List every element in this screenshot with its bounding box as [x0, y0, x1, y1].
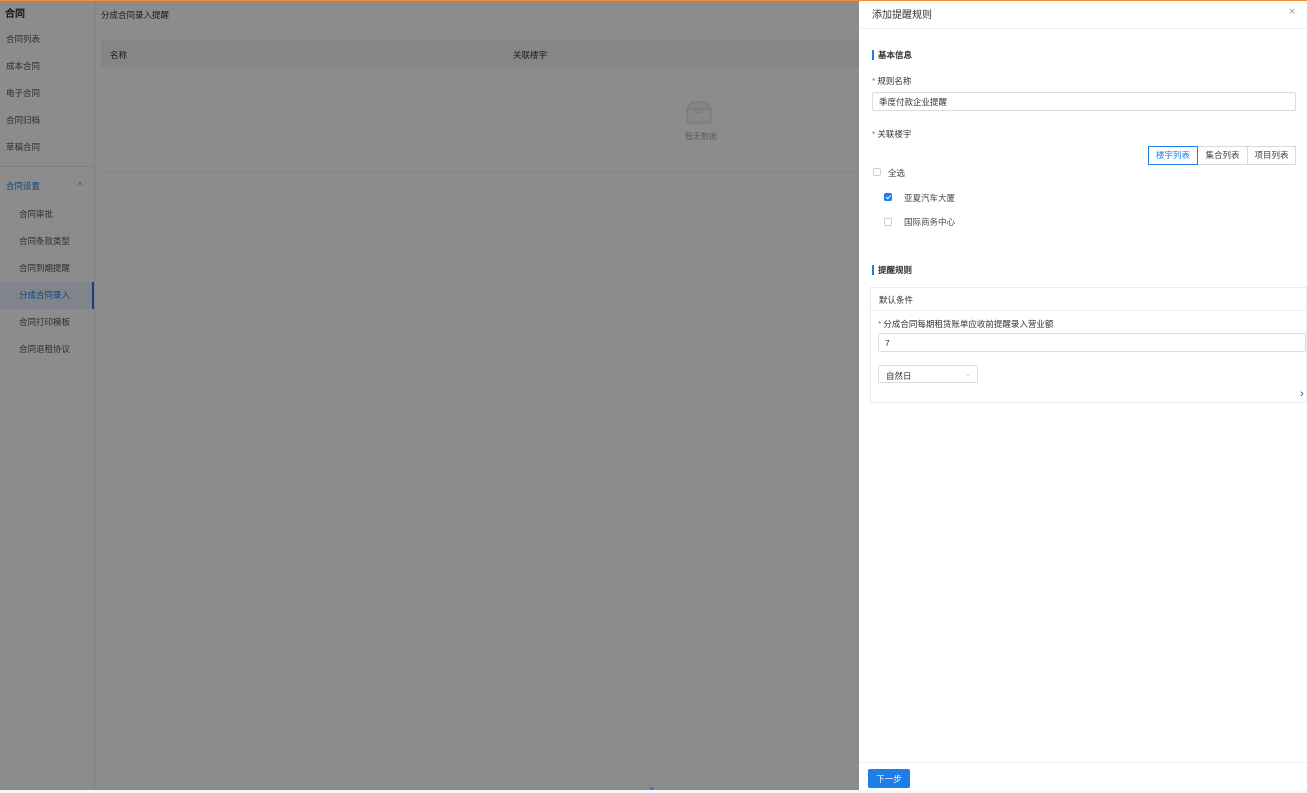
- required-mark: *: [872, 76, 876, 86]
- add-rule-drawer: 添加提醒规则 × 基本信息 *规则名称 *关联楼宇 楼宇列表 集合列表 项目列表…: [859, 0, 1307, 790]
- condition-label: * 分成合同每期租赁账单应收前提醒录入营业额: [878, 318, 1053, 330]
- drawer-footer-divider: [859, 762, 1307, 763]
- building-label-yaxia: 亚夏汽车大厦: [904, 193, 956, 203]
- required-mark: *: [872, 129, 876, 139]
- tab-collection-list[interactable]: 集合列表: [1197, 146, 1248, 165]
- drawer-header-divider: [859, 28, 1307, 29]
- rule-name-label-text: 规则名称: [877, 76, 912, 86]
- close-icon[interactable]: ×: [1289, 6, 1295, 18]
- default-condition-card: 默认条件 *分成合同每期租赁账单应收前提醒录入营业额 自然日 ⌵: [870, 287, 1307, 403]
- chevron-down-icon: ⌵: [965, 369, 972, 378]
- section-title-basic-info: 基本信息: [872, 50, 912, 60]
- select-all-checkbox[interactable]: [873, 168, 881, 176]
- chevron-left-icon: ‹: [0, 389, 1, 400]
- day-type-select[interactable]: 自然日 ⌵: [878, 365, 978, 383]
- next-step-button[interactable]: 下一步: [868, 769, 910, 788]
- building-label-text: 关联楼宇: [877, 129, 912, 139]
- modal-overlay[interactable]: [0, 0, 859, 790]
- building-label-intl: 国际商务中心: [904, 217, 956, 227]
- section-title-reminder-rules: 提醒规则: [872, 265, 912, 275]
- building-checkbox-yaxia[interactable]: [884, 193, 892, 201]
- building-checkbox-intl[interactable]: [884, 218, 892, 226]
- chevron-up-icon: ⌃: [647, 0, 657, 8]
- required-mark: *: [878, 319, 882, 329]
- default-condition-header: 默认条件: [871, 288, 1306, 311]
- days-input[interactable]: [878, 333, 1306, 352]
- default-condition-title: 默认条件: [879, 295, 914, 305]
- tab-building-list[interactable]: 楼宇列表: [1148, 146, 1198, 165]
- building-label: * 关联楼宇: [872, 128, 911, 140]
- rule-name-label: * 规则名称: [872, 75, 911, 87]
- drawer-title: 添加提醒规则: [872, 10, 932, 21]
- day-type-value: 自然日: [886, 371, 912, 381]
- tab-project-list[interactable]: 项目列表: [1247, 146, 1296, 165]
- chevron-right-icon: ›: [1300, 388, 1304, 400]
- condition-label-text: 分成合同每期租赁账单应收前提醒录入营业额: [883, 319, 1054, 329]
- chevron-down-icon: ⌄: [647, 781, 657, 793]
- select-all-label: 全选: [888, 168, 906, 178]
- rule-name-input[interactable]: [872, 92, 1296, 111]
